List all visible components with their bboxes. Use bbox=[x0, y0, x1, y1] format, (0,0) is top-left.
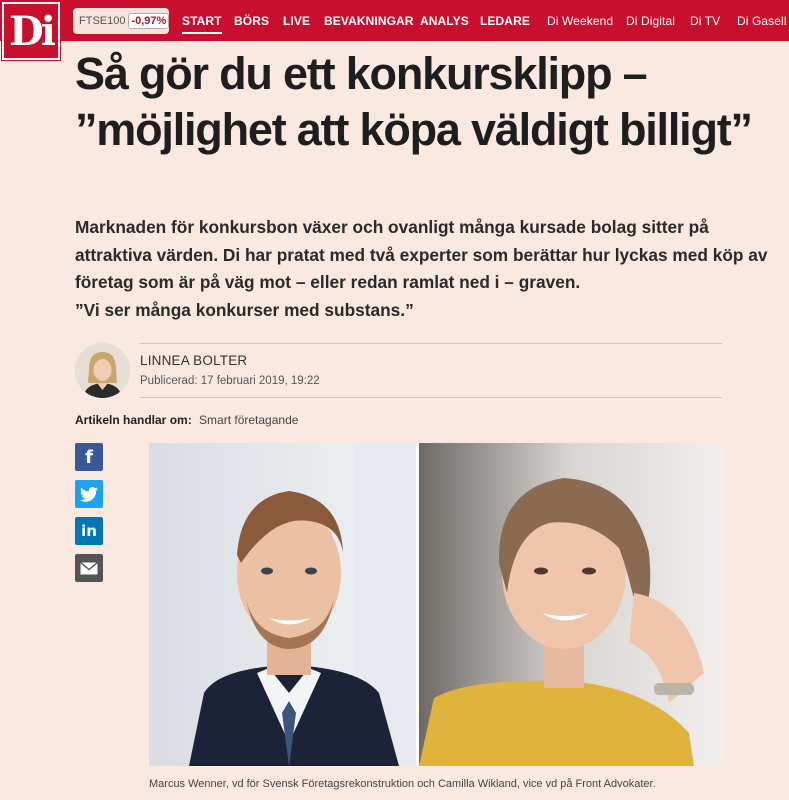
photo-caption: Marcus Wenner, vd för Svensk Företagsrek… bbox=[149, 778, 656, 790]
nav-ledare[interactable]: LEDARE bbox=[480, 14, 530, 28]
di-logo[interactable]: Di bbox=[1, 1, 61, 61]
topic-link[interactable]: Smart företagande bbox=[199, 413, 298, 427]
top-navigation-bar: FTSE100 -0,97% START BÖRS LIVE BEVAKNING… bbox=[0, 0, 789, 41]
article-headline: Så gör du ett konkursklipp – ”möjlighet … bbox=[75, 48, 753, 155]
envelope-icon bbox=[80, 561, 98, 574]
publish-date: Publicerad: 17 februari 2019, 19:22 bbox=[140, 375, 320, 387]
linkedin-icon: in bbox=[81, 522, 97, 540]
nav-live[interactable]: LIVE bbox=[283, 14, 310, 28]
share-email-button[interactable] bbox=[75, 554, 103, 582]
author-avatar[interactable] bbox=[75, 343, 130, 398]
nav-di-weekend[interactable]: Di Weekend bbox=[547, 14, 613, 28]
nav-bors[interactable]: BÖRS bbox=[234, 14, 269, 28]
topics-label: Artikeln handlar om: bbox=[75, 413, 192, 427]
nav-analys[interactable]: ANALYS bbox=[420, 14, 469, 28]
nav-bevakningar[interactable]: BEVAKNINGAR bbox=[324, 14, 414, 28]
lead-quote: ”Vi ser många konkurser med substans.” bbox=[75, 299, 414, 320]
share-linkedin-button[interactable]: in bbox=[75, 517, 103, 545]
index-ticker[interactable]: FTSE100 -0,97% bbox=[73, 8, 170, 34]
twitter-icon bbox=[80, 486, 98, 502]
avatar-portrait bbox=[75, 343, 130, 398]
divider bbox=[140, 397, 722, 398]
nav-di-tv[interactable]: Di TV bbox=[690, 14, 720, 28]
share-facebook-button[interactable]: f bbox=[75, 443, 103, 471]
author-name[interactable]: LINNEA BOLTER bbox=[140, 353, 247, 368]
ticker-name: FTSE100 bbox=[79, 15, 126, 27]
portrait-photo bbox=[149, 443, 722, 766]
divider bbox=[140, 343, 722, 344]
article-lead: Marknaden för konkursbon växer och ovanl… bbox=[75, 214, 780, 324]
nav-start[interactable]: START bbox=[182, 14, 222, 34]
article-photo[interactable] bbox=[149, 443, 722, 766]
facebook-icon: f bbox=[85, 446, 93, 468]
nav-di-digital[interactable]: Di Digital bbox=[626, 14, 675, 28]
article-topics: Artikeln handlar om: Smart företagande bbox=[75, 413, 298, 427]
nav-di-gasell[interactable]: Di Gasell bbox=[737, 14, 787, 28]
ticker-change: -0,97% bbox=[128, 13, 170, 29]
logo-text: Di bbox=[9, 8, 56, 55]
lead-paragraph: Marknaden för konkursbon växer och ovanl… bbox=[75, 217, 768, 292]
share-twitter-button[interactable] bbox=[75, 480, 103, 508]
